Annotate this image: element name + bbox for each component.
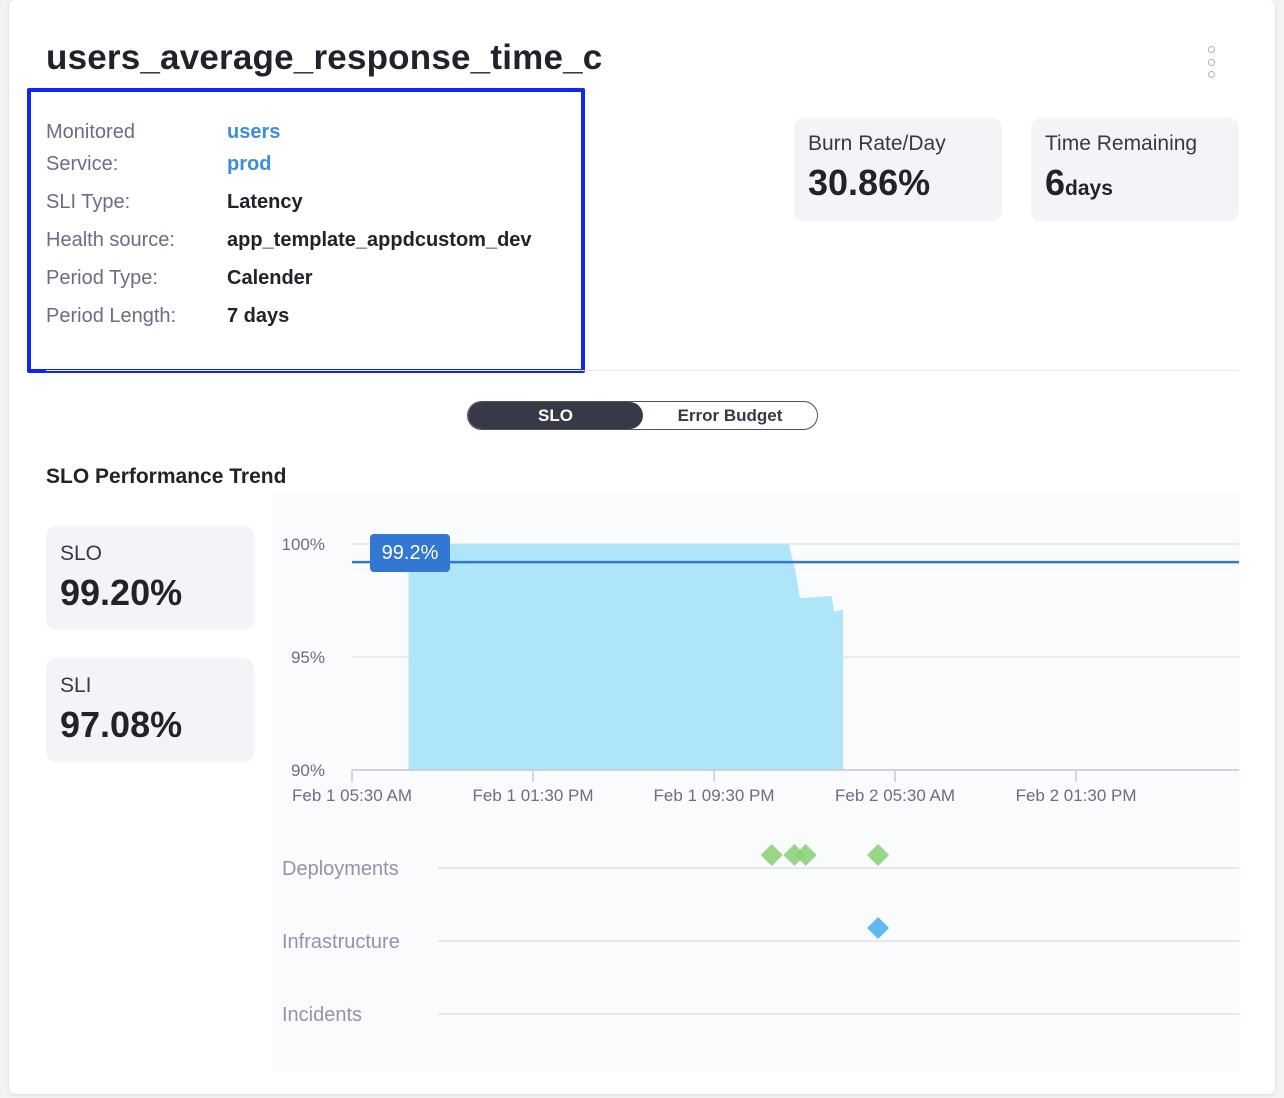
timeline-label-incidents: Incidents [282,1004,363,1026]
deployment-marker [794,844,817,866]
x-tick-label: Feb 1 01:30 PM [473,786,594,805]
deployment-marker [760,844,783,866]
slo-area-series [408,544,844,770]
infrastructure-marker [867,917,890,939]
x-tick-label: Feb 1 05:30 AM [292,786,412,805]
slo-trend-chart: 100% 95% 90% Feb 1 05:30 AM Feb 1 01:30 PM Fe… [282,535,1239,1015]
x-tick-label: Feb 2 01:30 PM [1016,786,1137,805]
deployment-marker [867,844,890,866]
y-tick-label: 95% [291,648,325,667]
x-tick-label: Feb 2 05:30 AM [835,786,955,805]
y-tick-label: 90% [291,761,325,780]
x-tick-label: Feb 1 09:30 PM [654,786,775,805]
timeline-label-deployments: Deployments [282,858,399,880]
y-tick-label: 100% [282,535,325,554]
timeline-label-infrastructure: Infrastructure [282,931,400,953]
target-badge: 99.2% [370,534,450,572]
